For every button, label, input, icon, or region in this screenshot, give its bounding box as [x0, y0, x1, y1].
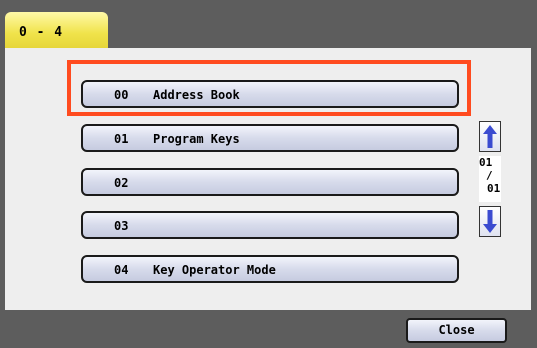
- item-number: 00: [114, 88, 129, 102]
- item-number: 03: [114, 219, 129, 233]
- list-item[interactable]: 03: [81, 211, 459, 239]
- item-label: Address Book: [153, 88, 240, 102]
- item-label: Program Keys: [153, 132, 240, 146]
- item-number: 04: [114, 263, 129, 277]
- scroll-down-button[interactable]: [479, 206, 501, 237]
- scroll-up-button[interactable]: [479, 121, 501, 152]
- arrow-down-icon: [483, 210, 497, 233]
- item-number: 01: [114, 132, 129, 146]
- arrow-up-icon: [483, 125, 497, 148]
- list-item[interactable]: 00 Address Book: [81, 80, 459, 108]
- page-separator: /: [486, 169, 493, 182]
- close-button[interactable]: Close: [406, 318, 507, 343]
- tab-range[interactable]: 0 - 4: [5, 12, 108, 48]
- page-total: 01: [487, 182, 501, 195]
- page-current: 01: [479, 156, 493, 169]
- page-indicator: 01 / 01: [479, 156, 501, 202]
- list-item[interactable]: 04 Key Operator Mode: [81, 255, 459, 283]
- item-number: 02: [114, 176, 129, 190]
- list-item[interactable]: 01 Program Keys: [81, 124, 459, 152]
- item-label: Key Operator Mode: [153, 263, 276, 277]
- list-item[interactable]: 02: [81, 168, 459, 196]
- top-bar: 0 - 4: [0, 0, 537, 48]
